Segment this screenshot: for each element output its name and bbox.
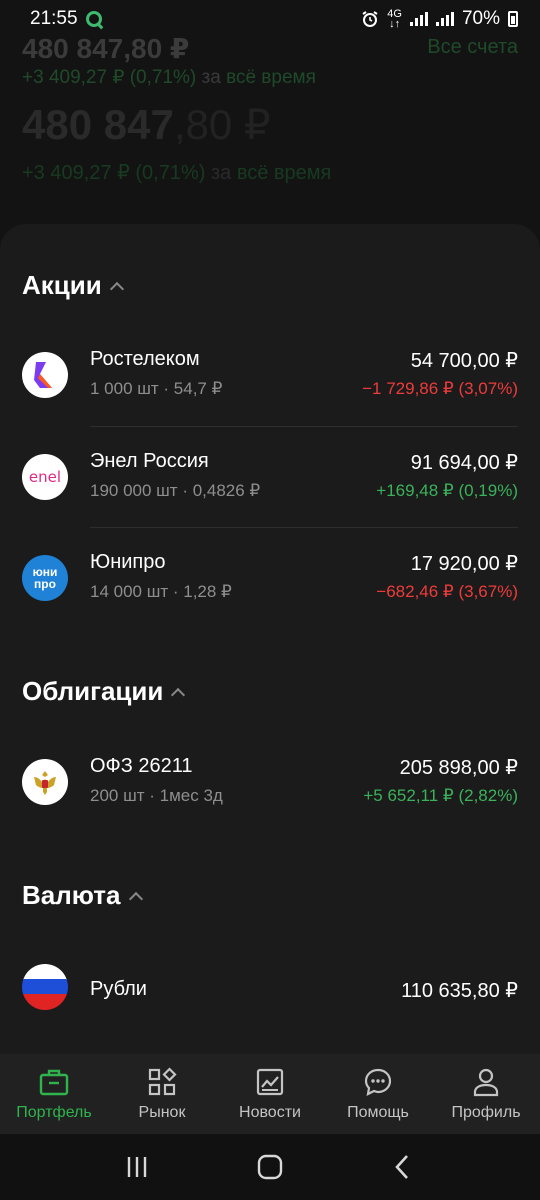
list-item-enel[interactable]: enel Энел Россия 190 000 шт · 0,4826 ₽ 9… [0, 426, 540, 526]
asset-name: Ростелеком [90, 348, 200, 370]
asset-value: 91 694,00 ₽ [410, 452, 518, 474]
asset-quantity-maturity: 200 шт · 1мес 3д [90, 786, 223, 805]
portfolio-change-collapsed: +3 409,27 ₽ (0,71%) за всё время [22, 67, 316, 88]
back-icon[interactable] [389, 1153, 417, 1181]
list-item-unipro[interactable]: юни про Юнипро 14 000 шт · 1,28 ₽ 17 920… [0, 527, 540, 627]
portfolio-sheet: Акции Ростелеком 1 000 шт · 54,7 ₽ 54 70… [0, 224, 540, 1054]
asset-change: +5 652,11 ₽ (2,82%) [363, 786, 518, 805]
asset-value: 205 898,00 ₽ [399, 757, 518, 779]
portfolio-total: 480 847,80 ₽ [22, 101, 271, 148]
signal-icon-2 [435, 12, 454, 26]
list-item-rostelecom[interactable]: Ростелеком 1 000 шт · 54,7 ₽ 54 700,00 ₽… [0, 324, 540, 424]
market-grid-icon [148, 1067, 177, 1096]
nav-label: Рынок [138, 1104, 186, 1121]
coat-of-arms-logo [22, 759, 68, 805]
signal-icon [409, 12, 428, 26]
enel-logo: enel [22, 454, 68, 500]
asset-value: 110 635,80 ₽ [401, 980, 518, 1002]
asset-change: +169,48 ₽ (0,19%) [376, 481, 518, 500]
asset-change: −682,46 ₽ (3,67%) [376, 582, 518, 601]
asset-change: −1 729,86 ₽ (3,07%) [362, 379, 518, 398]
all-accounts-link[interactable]: Все счета [427, 36, 518, 59]
profile-icon [473, 1068, 499, 1097]
asset-value: 54 700,00 ₽ [410, 350, 518, 372]
asset-name: Энел Россия [90, 450, 209, 472]
asset-name: ОФЗ 26211 [90, 755, 193, 777]
rostelecom-logo [22, 352, 68, 398]
home-icon[interactable] [256, 1153, 284, 1181]
chevron-up-icon [171, 687, 186, 702]
portfolio-change: +3 409,27 ₽ (0,71%) за всё время [22, 162, 332, 184]
status-time: 21:55 [30, 8, 78, 29]
section-bonds-title: Облигации [22, 676, 164, 706]
nav-portfolio[interactable]: Портфель [0, 1054, 108, 1134]
unipro-logo: юни про [22, 555, 68, 601]
russia-flag-logo [22, 964, 68, 1010]
asset-value: 17 920,00 ₽ [410, 553, 518, 575]
app-notification-icon [85, 11, 102, 27]
alarm-icon [362, 11, 378, 27]
nav-market[interactable]: Рынок [108, 1054, 216, 1134]
section-bonds-header[interactable]: Облигации [22, 676, 186, 707]
section-stocks-header[interactable]: Акции [22, 270, 124, 301]
nav-news[interactable]: Новости [216, 1054, 324, 1134]
list-item-rubles[interactable]: Рубли 110 635,80 ₽ [0, 936, 540, 1036]
chevron-up-icon [109, 281, 124, 296]
nav-label: Новости [239, 1104, 301, 1121]
chevron-up-icon [128, 891, 143, 906]
bottom-navigation: Портфель Рынок Новости Помощь Профиль [0, 1054, 540, 1134]
section-currency-title: Валюта [22, 880, 121, 910]
network-type-icon: 4G ↓↑ [387, 8, 402, 30]
system-navigation-bar [0, 1134, 540, 1200]
asset-quantity-price: 14 000 шт · 1,28 ₽ [90, 582, 232, 601]
battery-icon [508, 11, 518, 27]
nav-label: Помощь [347, 1104, 409, 1121]
nav-label: Профиль [451, 1104, 521, 1121]
nav-help[interactable]: Помощь [324, 1054, 432, 1134]
list-item-ofz[interactable]: ОФЗ 26211 200 шт · 1мес 3д 205 898,00 ₽ … [0, 731, 540, 831]
portfolio-total-collapsed: 480 847,80 ₽ [22, 33, 190, 64]
asset-quantity-price: 1 000 шт · 54,7 ₽ [90, 379, 223, 398]
section-currency-header[interactable]: Валюта [22, 880, 143, 911]
news-chart-icon [256, 1068, 284, 1096]
briefcase-icon [39, 1069, 69, 1096]
recent-apps-icon[interactable] [123, 1153, 151, 1181]
battery-percent: 70% [461, 8, 500, 29]
nav-profile[interactable]: Профиль [432, 1054, 540, 1134]
asset-name: Рубли [90, 978, 147, 1000]
nav-label: Портфель [16, 1104, 92, 1121]
asset-name: Юнипро [90, 551, 166, 573]
asset-quantity-price: 190 000 шт · 0,4826 ₽ [90, 481, 261, 500]
chat-help-icon [364, 1068, 392, 1096]
section-stocks-title: Акции [22, 270, 102, 300]
